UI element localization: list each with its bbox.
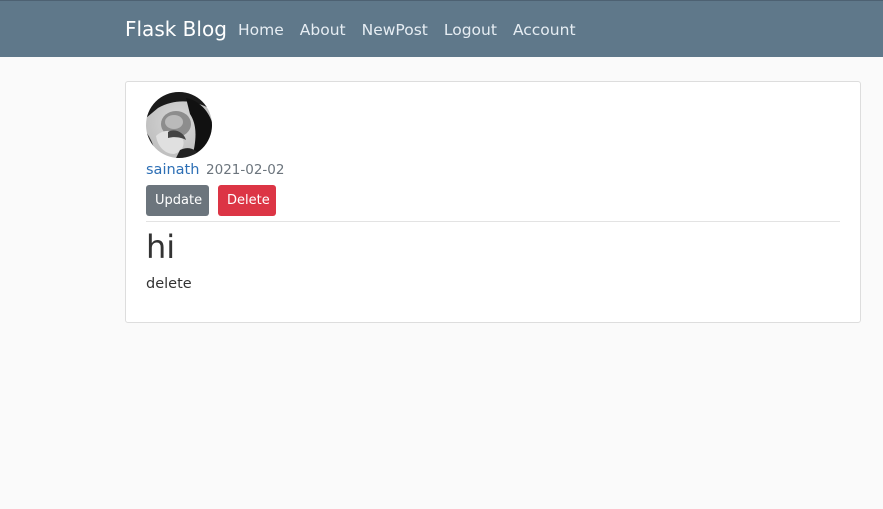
metadata-divider [146,221,840,222]
brand-link[interactable]: Flask Blog [125,16,227,42]
delete-button[interactable]: Delete [218,185,276,216]
nav-logout-link[interactable]: Logout [444,19,497,41]
post-content: delete [146,276,192,292]
author-avatar [146,92,212,158]
nav-home-link[interactable]: Home [238,19,284,41]
avatar-photo-icon [146,92,212,158]
nav-about-link[interactable]: About [300,19,346,41]
top-navbar: Flask Blog Home About NewPost Logout Acc… [0,0,883,57]
post-metadata: sainath 2021-02-02 [146,160,285,180]
author-link[interactable]: sainath [146,162,199,178]
post-card: sainath 2021-02-02 Update Delete hi dele… [125,81,861,323]
nav-links: Home About NewPost Logout Account [238,19,576,41]
post-title[interactable]: hi [146,227,175,267]
update-button[interactable]: Update [146,185,209,216]
nav-newpost-link[interactable]: NewPost [362,19,428,41]
nav-account-link[interactable]: Account [513,19,576,41]
post-date: 2021-02-02 [206,162,285,178]
